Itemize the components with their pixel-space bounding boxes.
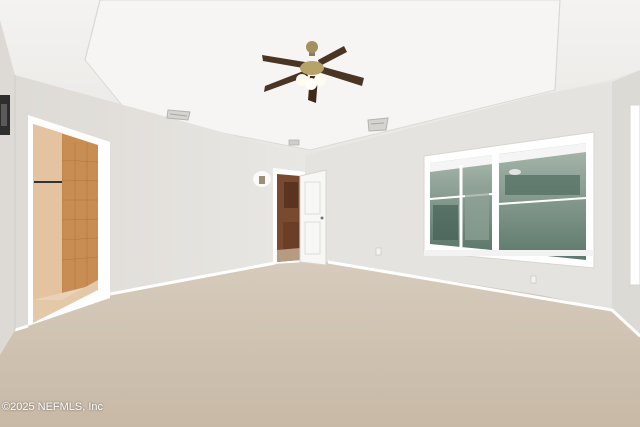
ceiling-vent-2	[367, 117, 389, 132]
ceiling-vent-3	[288, 139, 300, 146]
outlet	[375, 247, 382, 256]
wall-sconce	[253, 171, 271, 187]
wall-fixture	[0, 95, 10, 135]
room-photo: ©2025 NEFMLS, Inc	[0, 0, 640, 427]
bathroom-doorway	[28, 115, 110, 326]
outlet-2	[530, 275, 537, 284]
window	[423, 131, 595, 269]
watermark: ©2025 NEFMLS, Inc	[2, 401, 104, 413]
ceiling-vent	[166, 109, 191, 121]
hallway-door	[273, 168, 327, 266]
right-window-edge	[629, 104, 640, 286]
room-illustration	[0, 0, 640, 427]
